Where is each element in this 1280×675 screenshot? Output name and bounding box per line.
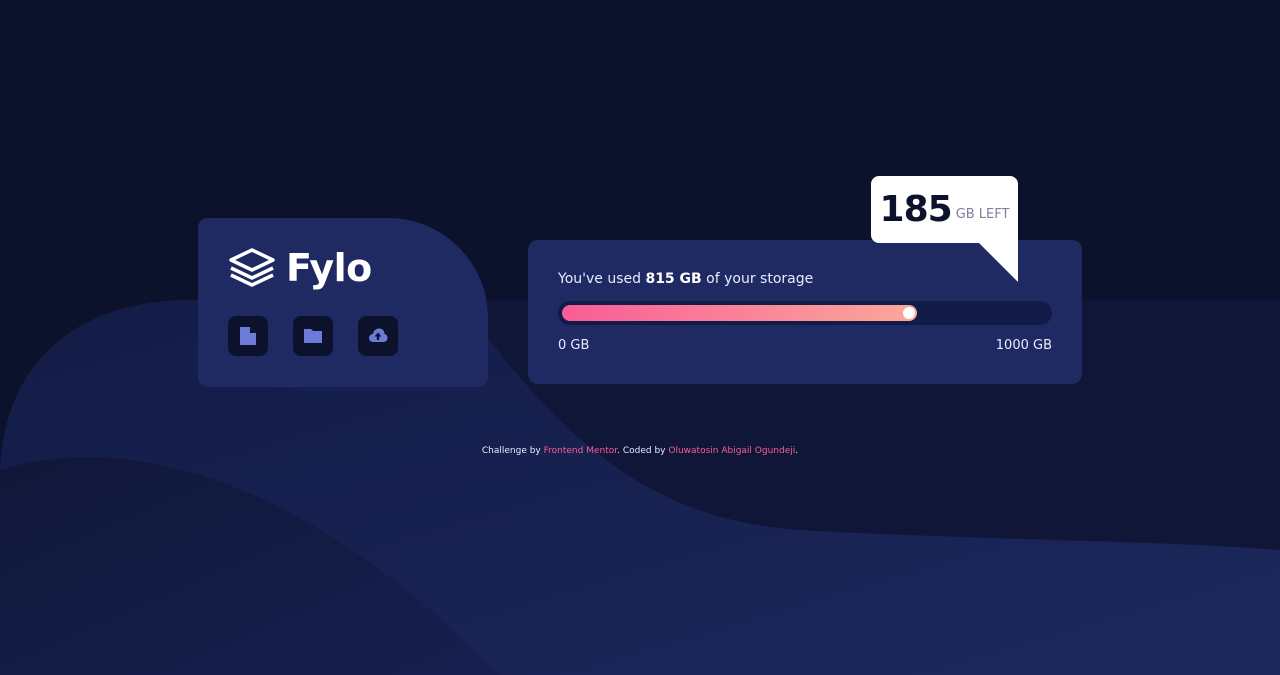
upload-button[interactable]	[358, 316, 398, 356]
progress-knob	[902, 307, 915, 319]
upload-icon	[369, 328, 388, 342]
usage-prefix: You've used	[558, 271, 646, 287]
remaining-storage-badge: 185 GB LEFT	[871, 176, 1018, 243]
badge-tail	[978, 242, 1018, 282]
storage-progress-bar	[558, 301, 1052, 325]
attribution-middle: . Coded by	[617, 446, 669, 456]
folder-button[interactable]	[293, 316, 333, 356]
attribution-suffix: .	[795, 446, 799, 456]
stacked-layers-logo-icon	[229, 248, 275, 287]
author-link[interactable]: Oluwatosin Abigail Ogundeji	[668, 446, 795, 456]
folder-icon	[304, 329, 322, 343]
document-icon	[240, 327, 256, 345]
remaining-value: 185	[879, 189, 953, 230]
attribution: Challenge by Frontend Mentor. Coded by O…	[0, 446, 1280, 456]
storage-scale: 0 GB 1000 GB	[558, 338, 1052, 353]
scale-max-label: 1000 GB	[995, 338, 1052, 353]
scale-min-label: 0 GB	[558, 338, 590, 353]
document-button[interactable]	[228, 316, 268, 356]
logo: Fylo	[228, 248, 458, 288]
remaining-unit: GB LEFT	[955, 207, 1010, 222]
storage-progress-fill	[562, 305, 917, 321]
frontend-mentor-link[interactable]: Frontend Mentor	[544, 446, 618, 456]
attribution-prefix: Challenge by	[481, 446, 544, 456]
brand-name: Fylo	[286, 246, 372, 290]
logo-card: Fylo	[198, 218, 488, 387]
used-amount: 815 GB	[645, 271, 702, 287]
action-buttons	[228, 316, 458, 356]
usage-suffix: of your storage	[701, 271, 814, 287]
